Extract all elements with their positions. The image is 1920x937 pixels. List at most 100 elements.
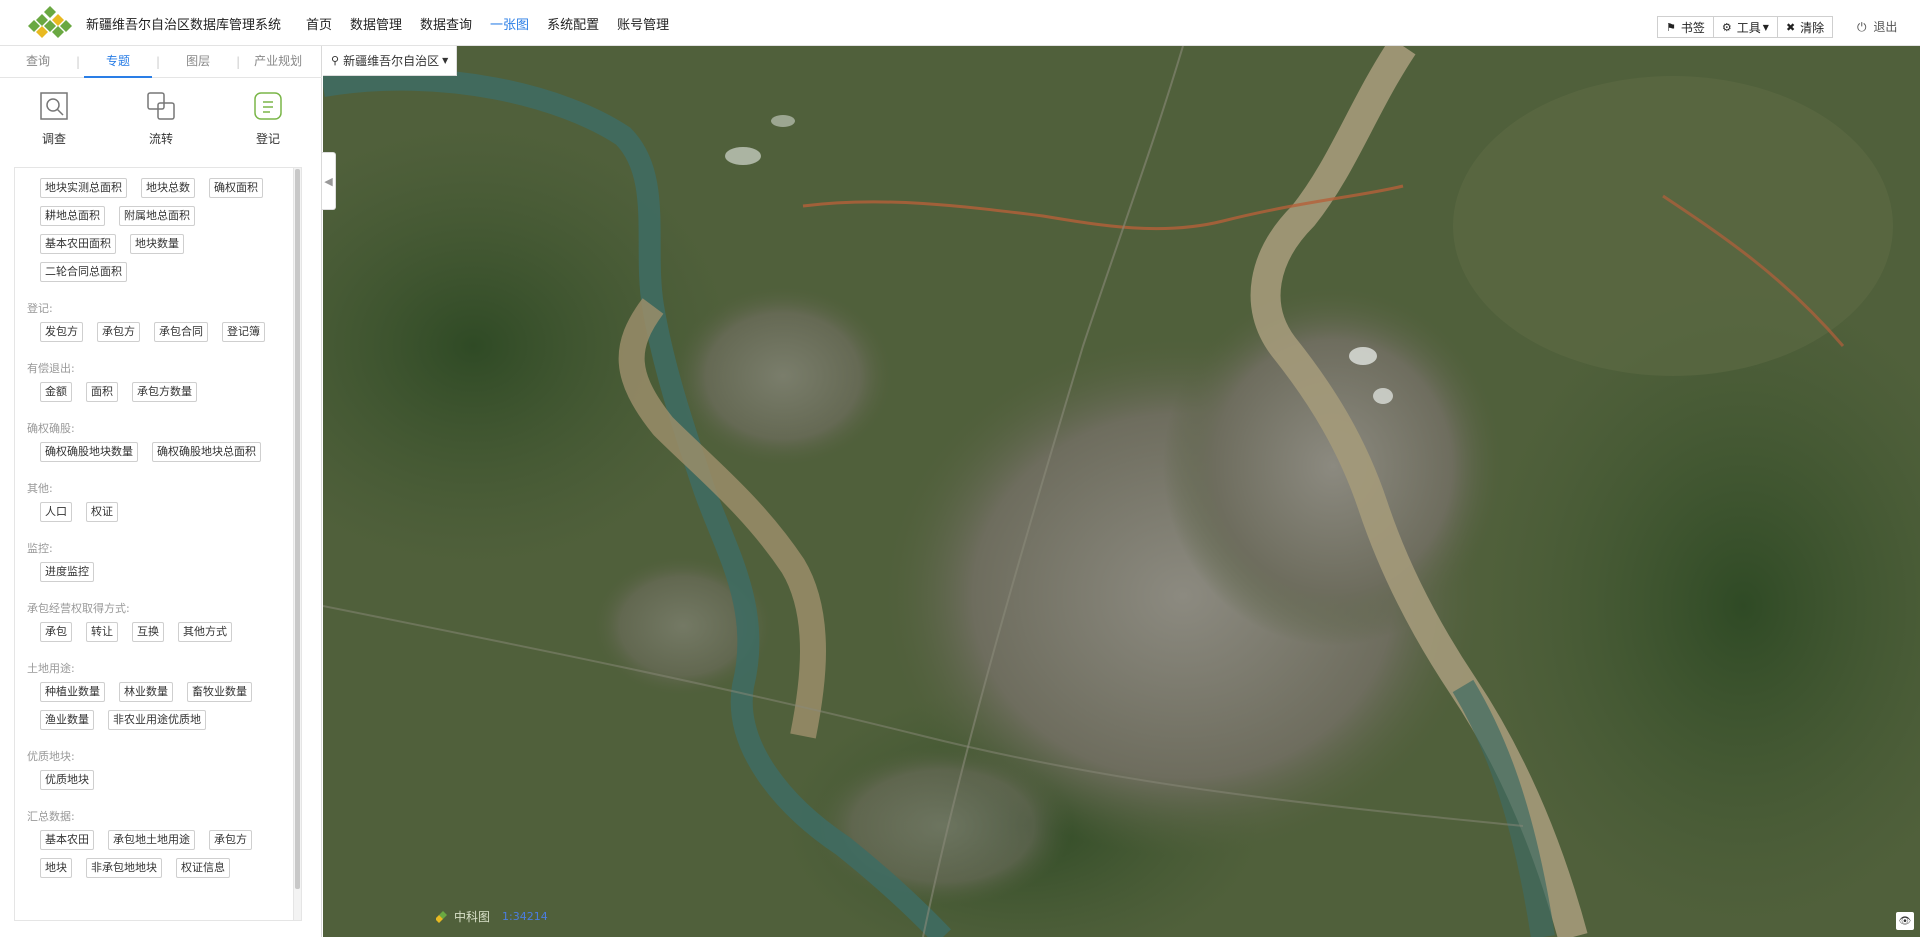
topic-chip[interactable]: 林业数量 bbox=[119, 682, 173, 702]
bookmark-button[interactable]: ⚑ 书签 bbox=[1658, 17, 1714, 37]
chip-group: 人口 权证 bbox=[27, 502, 295, 530]
map-pin-icon: ⚲ bbox=[331, 54, 340, 67]
map-view-toggle[interactable]: 👁 bbox=[1896, 912, 1914, 930]
tools-label: 工具 bbox=[1736, 20, 1761, 35]
transfer-icon bbox=[147, 92, 175, 120]
survey-button[interactable]: 调查 bbox=[24, 92, 84, 147]
topic-chip[interactable]: 进度监控 bbox=[40, 562, 94, 582]
scrollbar[interactable] bbox=[293, 168, 301, 920]
gear-icon: ⚙ bbox=[1721, 20, 1732, 34]
caret-down-icon: ▼ bbox=[442, 56, 449, 65]
satellite-map[interactable] bbox=[323, 46, 1920, 937]
nav-one-map[interactable]: 一张图 bbox=[490, 14, 529, 33]
topic-chip[interactable]: 承包方数量 bbox=[132, 382, 197, 402]
topic-chip[interactable]: 互换 bbox=[132, 622, 164, 642]
region-select[interactable]: ⚲ 新疆维吾尔自治区 ▼ bbox=[323, 46, 458, 76]
topic-chip[interactable]: 承包合同 bbox=[154, 322, 208, 342]
topic-chip[interactable]: 人口 bbox=[40, 502, 72, 522]
chip-group: 地块实测总面积 地块总数 确权面积耕地总面积 附属地总面积 基本农田面积 地块数量 二轮合同… bbox=[27, 178, 295, 290]
topic-chip[interactable]: 种植业数量 bbox=[40, 682, 105, 702]
topic-chip[interactable]: 其他方式 bbox=[178, 622, 232, 642]
chip-group: 确权确股地块数量 确权确股地块总面积 bbox=[27, 442, 295, 470]
topic-chip[interactable]: 承包地土地用途 bbox=[108, 830, 195, 850]
topic-chip[interactable]: 耕地总面积 bbox=[40, 206, 105, 226]
topic-chip[interactable]: 地块实测总面积 bbox=[40, 178, 127, 198]
nav-data-management[interactable]: 数据管理 bbox=[350, 14, 402, 33]
satellite-imagery bbox=[323, 46, 1920, 937]
bookmark-label: 书签 bbox=[1680, 20, 1705, 35]
app-title: 新疆维吾尔自治区数据库管理系统 bbox=[86, 18, 282, 33]
topic-chip[interactable]: 附属地总面积 bbox=[119, 206, 195, 226]
region-label: 新疆维吾尔自治区 bbox=[343, 54, 440, 68]
topic-chip[interactable]: 地块 bbox=[40, 858, 72, 878]
nav-home[interactable]: 首页 bbox=[306, 14, 332, 33]
nav-account-management[interactable]: 账号管理 bbox=[617, 14, 669, 33]
chip-group: 优质地块 bbox=[27, 770, 295, 798]
tab-query[interactable]: 查询 bbox=[0, 46, 76, 77]
caret-down-icon: ▼ bbox=[1762, 22, 1769, 32]
transfer-button[interactable]: 流转 bbox=[131, 92, 191, 147]
map-credit-text: 中科图 bbox=[454, 910, 491, 924]
nav-system-config[interactable]: 系统配置 bbox=[547, 14, 599, 33]
topic-chip[interactable]: 转让 bbox=[86, 622, 118, 642]
topic-chip[interactable]: 登记簿 bbox=[222, 322, 265, 342]
topic-chip[interactable]: 面积 bbox=[86, 382, 118, 402]
topic-sections: 地块实测总面积 地块总数 确权面积 耕地总面积 附属地总面积 基本农田面积 地块数量 二轮合同… bbox=[15, 168, 295, 886]
app-logo bbox=[28, 6, 72, 38]
scrollbar-thumb[interactable] bbox=[295, 169, 300, 889]
register-button[interactable]: 登记 bbox=[238, 92, 298, 147]
chip-group: 金额 面积 承包方数量 bbox=[27, 382, 295, 410]
topic-chip[interactable]: 金额 bbox=[40, 382, 72, 402]
main-nav: 首页 数据管理 数据查询 一张图 系统配置 账号管理 bbox=[306, 14, 687, 33]
topic-chip[interactable]: 发包方 bbox=[40, 322, 83, 342]
topic-chip[interactable]: 非承包地地块 bbox=[86, 858, 162, 878]
register-icon bbox=[254, 92, 282, 120]
section-title: 确权确股: bbox=[27, 422, 75, 435]
chip-group: 承包 转让 互换 其他方式 bbox=[27, 622, 295, 650]
map-provider-logo bbox=[436, 910, 447, 923]
topic-chip[interactable]: 渔业数量 bbox=[40, 710, 94, 730]
chevron-left-icon: ◀ bbox=[324, 174, 333, 188]
chip-group: 进度监控 bbox=[27, 562, 295, 590]
tab-industry-planning[interactable]: 产业规划 bbox=[240, 46, 316, 77]
topic-chip[interactable]: 地块总数 bbox=[141, 178, 195, 198]
topic-chip[interactable]: 承包方 bbox=[97, 322, 140, 342]
topic-chip[interactable]: 权证 bbox=[86, 502, 118, 522]
topic-chip[interactable]: 非农业用途优质地 bbox=[108, 710, 206, 730]
section-title: 登记: bbox=[27, 302, 53, 315]
topic-list-panel: 地块实测总面积 地块总数 确权面积 耕地总面积 附属地总面积 基本农田面积 地块数量 二轮合同… bbox=[14, 167, 302, 921]
map-credit: 中科图 1:34214 bbox=[436, 908, 548, 925]
section-title: 承包经营权取得方式: bbox=[27, 602, 130, 615]
chip-group: 种植业数量 林业数量 畜牧业数量渔业数量 非农业用途优质地 bbox=[27, 682, 295, 738]
survey-label: 调查 bbox=[41, 132, 66, 146]
close-icon: ✖ bbox=[1785, 20, 1796, 34]
topic-chip[interactable]: 承包方 bbox=[209, 830, 252, 850]
topic-chip[interactable]: 确权面积 bbox=[209, 178, 263, 198]
topic-chip[interactable]: 确权确股地块数量 bbox=[40, 442, 138, 462]
topic-chip[interactable]: 优质地块 bbox=[40, 770, 94, 790]
search-survey-icon bbox=[40, 92, 68, 120]
chip-group: 基本农田 承包地土地用途 承包方地块 非承包地地块 权证信息 bbox=[27, 830, 295, 886]
section-title: 汇总数据: bbox=[27, 810, 75, 823]
topic-chip[interactable]: 基本农田 bbox=[40, 830, 94, 850]
logout-button[interactable]: ⏻ 退出 bbox=[1857, 18, 1897, 35]
topic-chip[interactable]: 基本农田面积 bbox=[40, 234, 116, 254]
section-title: 优质地块: bbox=[27, 750, 75, 763]
clear-label: 清除 bbox=[1800, 20, 1825, 35]
eye-icon: 👁 bbox=[1898, 915, 1912, 927]
topic-chip[interactable]: 畜牧业数量 bbox=[187, 682, 252, 702]
logout-label: 退出 bbox=[1873, 20, 1898, 34]
map-scale: 1:34214 bbox=[502, 910, 548, 923]
topic-chip[interactable]: 地块数量 bbox=[130, 234, 184, 254]
sidebar-collapse-handle[interactable]: ◀ bbox=[322, 152, 336, 210]
tab-topic[interactable]: 专题 bbox=[80, 46, 156, 78]
transfer-label: 流转 bbox=[148, 132, 173, 146]
topic-chip[interactable]: 承包 bbox=[40, 622, 72, 642]
tools-dropdown-button[interactable]: ⚙ 工具 ▼ bbox=[1714, 17, 1778, 37]
topic-chip[interactable]: 确权确股地块总面积 bbox=[152, 442, 261, 462]
clear-button[interactable]: ✖ 清除 bbox=[1778, 17, 1832, 37]
topic-chip[interactable]: 权证信息 bbox=[176, 858, 230, 878]
nav-data-query[interactable]: 数据查询 bbox=[420, 14, 472, 33]
tab-layers[interactable]: 图层 bbox=[160, 46, 236, 77]
topic-chip[interactable]: 二轮合同总面积 bbox=[40, 262, 127, 282]
